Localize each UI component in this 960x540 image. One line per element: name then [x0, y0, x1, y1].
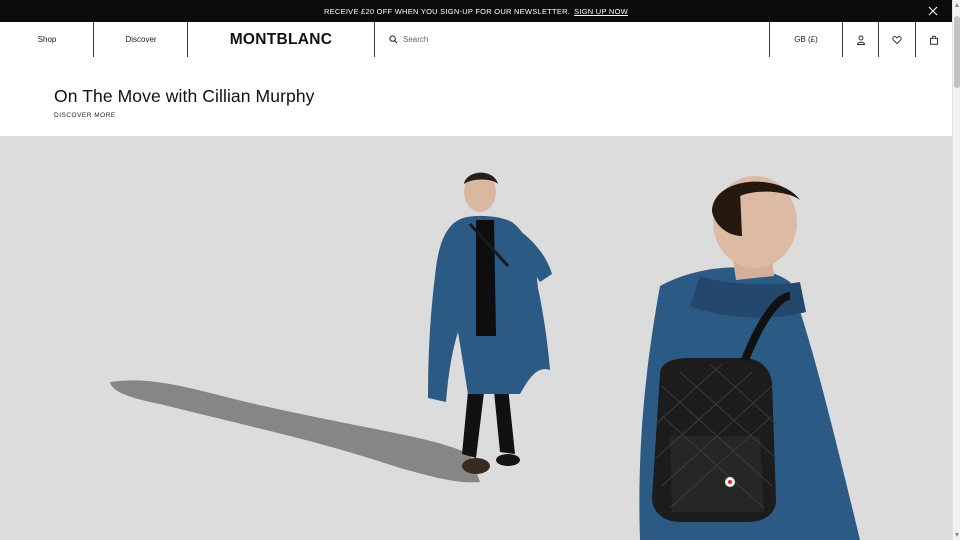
page-scrollbar[interactable] [952, 0, 960, 540]
nav-shop[interactable]: Shop [0, 22, 94, 57]
brand-logo[interactable]: MONTBLANC [188, 22, 374, 57]
scroll-down-arrow[interactable] [955, 533, 959, 537]
promo-text: RECEIVE £20 OFF WHEN YOU SIGN-UP FOR OUR… [324, 6, 571, 16]
account-button[interactable] [843, 22, 879, 57]
search-bar[interactable]: Search [389, 22, 428, 57]
search-input[interactable]: Search [403, 35, 428, 44]
page-content: RECEIVE £20 OFF WHEN YOU SIGN-UP FOR OUR… [0, 0, 952, 540]
region-selector[interactable]: GB (£) [770, 22, 842, 57]
hero-title: On The Move with Cillian Murphy [54, 86, 315, 106]
page: RECEIVE £20 OFF WHEN YOU SIGN-UP FOR OUR… [0, 0, 960, 540]
hero-illustration [0, 136, 952, 540]
user-icon [857, 35, 865, 45]
scrollbar-thumb[interactable] [954, 16, 960, 88]
bag-icon [930, 35, 938, 45]
nav-discover[interactable]: Discover [94, 22, 188, 57]
search-icon [389, 35, 398, 44]
promo-bar: RECEIVE £20 OFF WHEN YOU SIGN-UP FOR OUR… [0, 0, 952, 22]
site-header: Shop Discover MONTBLANC Search GB (£) [0, 22, 952, 57]
scroll-up-arrow[interactable] [955, 3, 959, 7]
header-divider [374, 22, 375, 57]
heart-icon [892, 35, 902, 44]
promo-signup-link[interactable]: SIGN UP NOW [574, 7, 628, 16]
close-icon[interactable] [926, 4, 940, 18]
wishlist-button[interactable] [879, 22, 915, 57]
hero-image[interactable] [0, 136, 952, 540]
discover-more-link[interactable]: DISCOVER MORE [54, 112, 116, 119]
cart-button[interactable] [916, 22, 952, 57]
